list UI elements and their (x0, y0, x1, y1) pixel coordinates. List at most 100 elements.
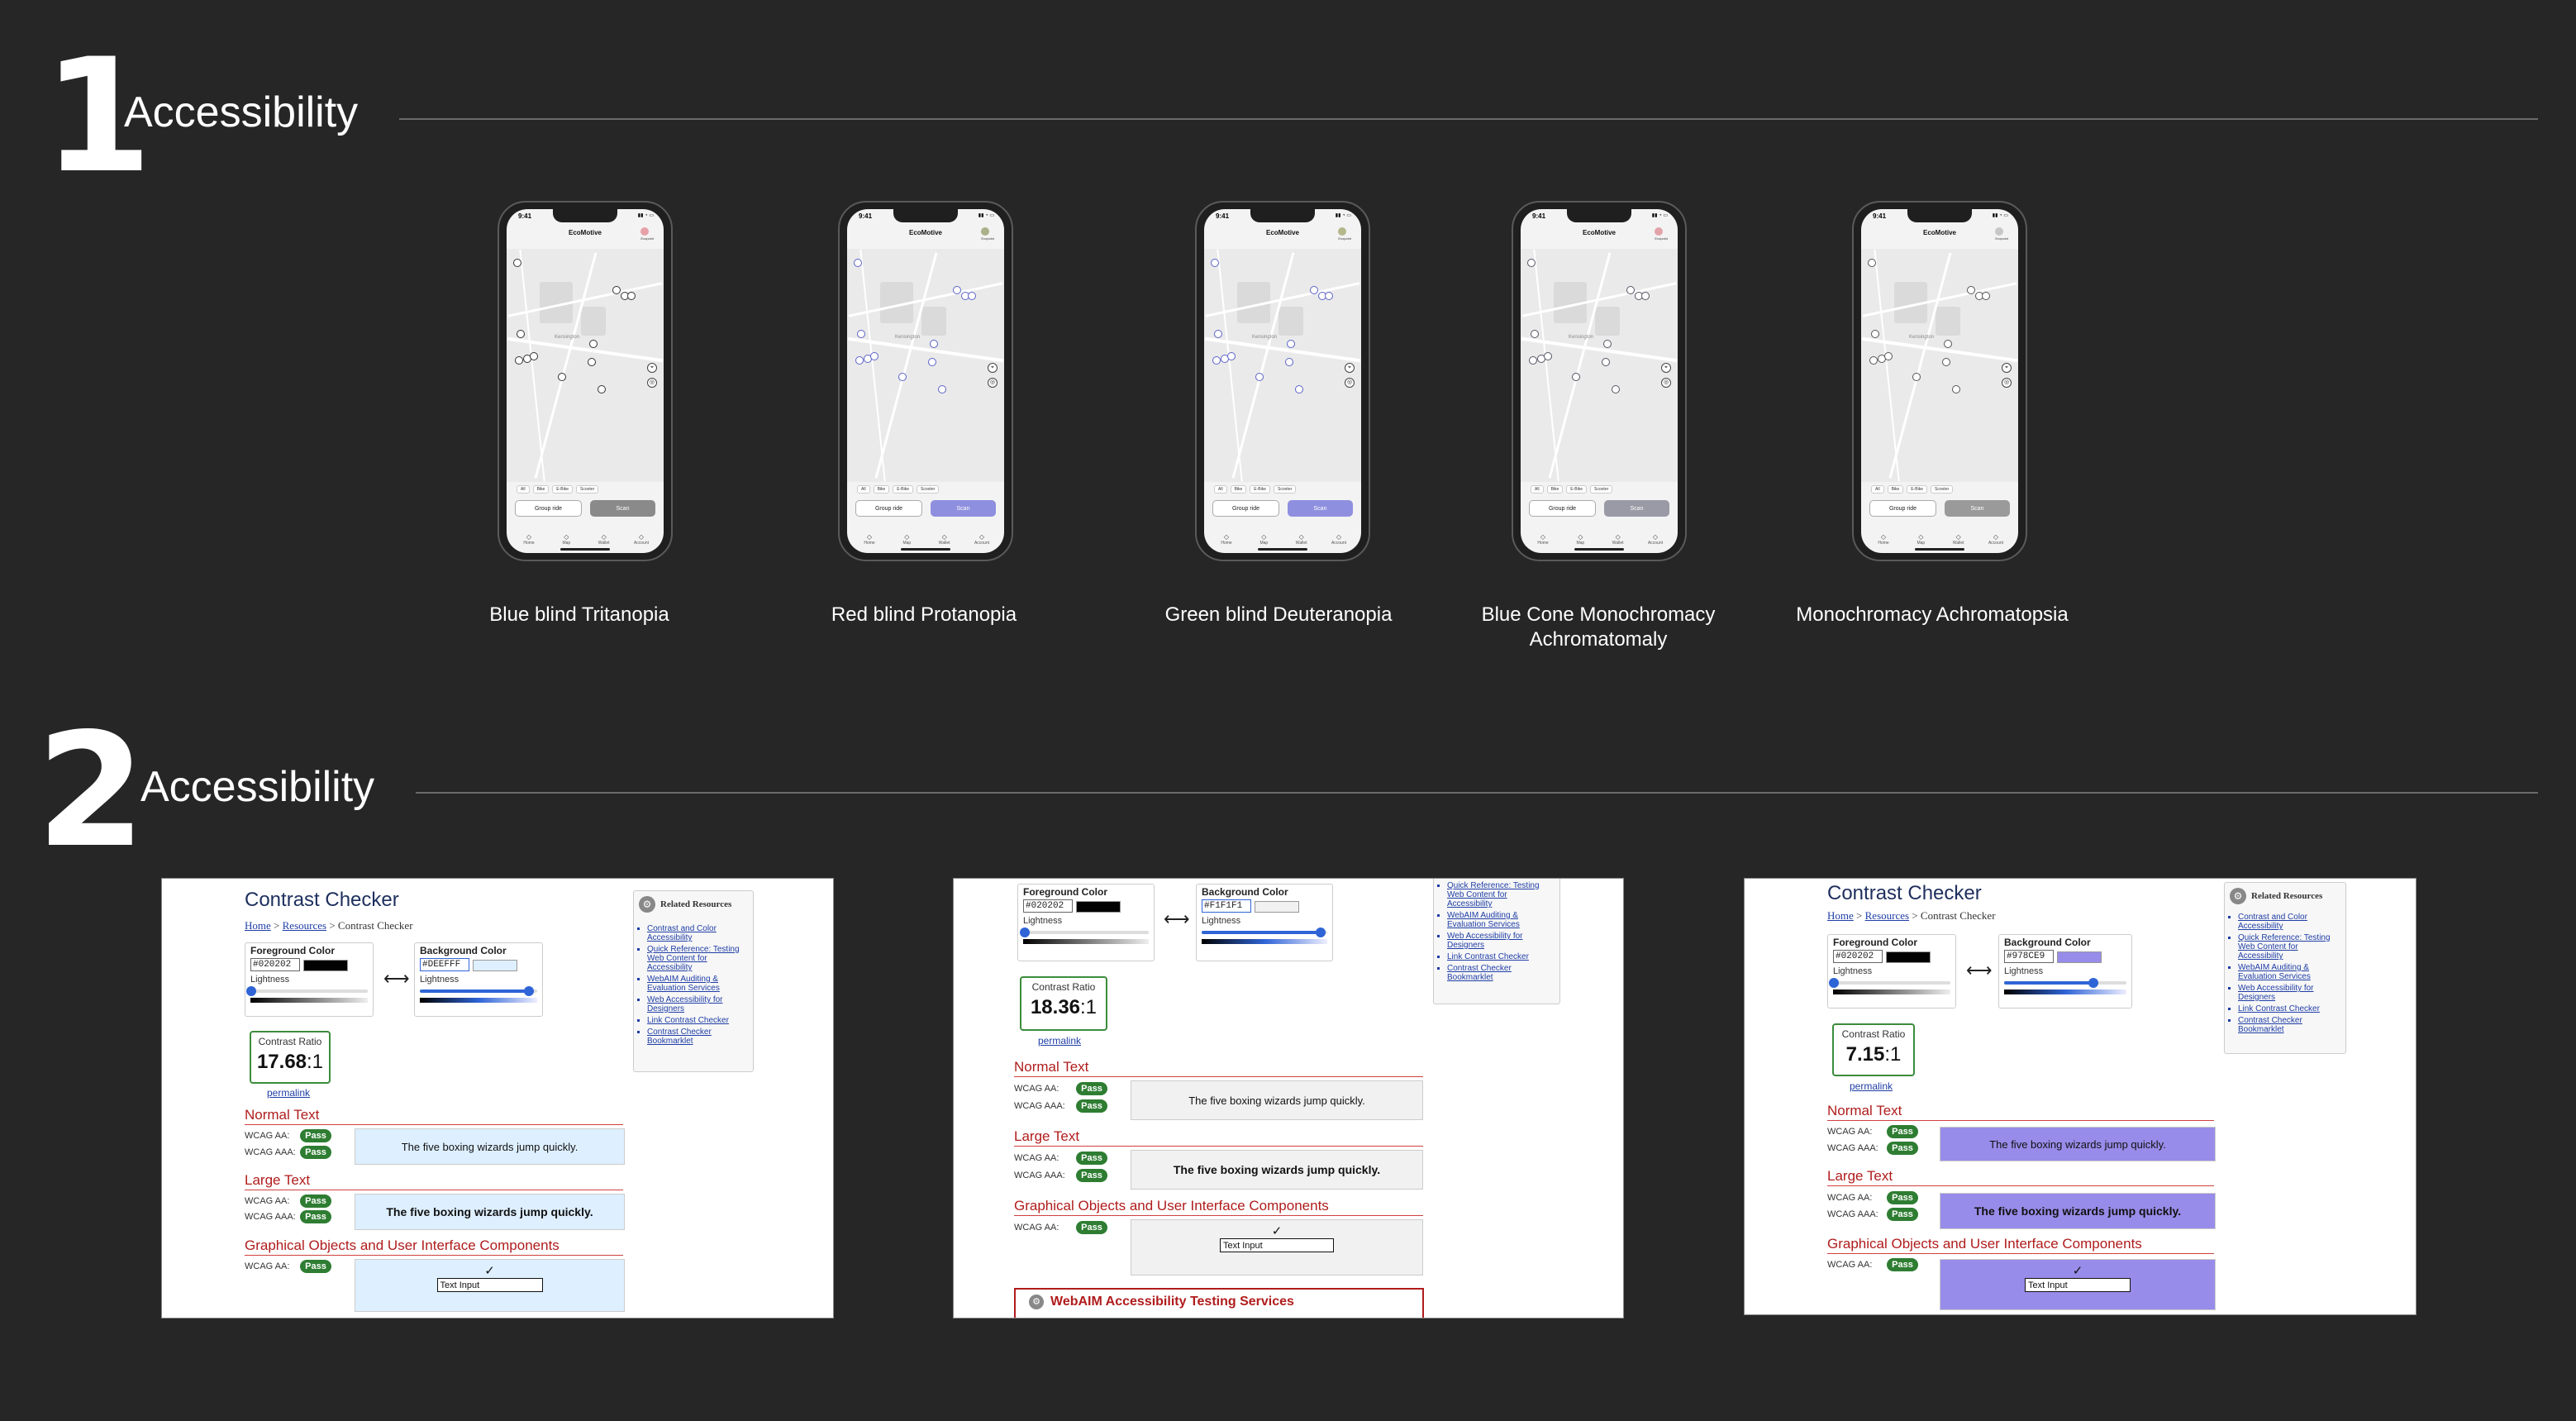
filter-chip[interactable]: Scooter (917, 485, 940, 494)
tab-item[interactable]: ◇ Map (552, 533, 580, 546)
permalink-link[interactable]: permalink (1850, 1080, 1893, 1092)
map-marker-icon[interactable] (515, 356, 523, 365)
tab-item[interactable]: ◇ Map (1250, 533, 1278, 546)
swap-colors-icon[interactable]: ⟷ (1164, 908, 1190, 930)
webaim-services-title[interactable]: WebAIM Accessibility Testing Services (1050, 1295, 1294, 1309)
map-marker-icon[interactable] (1868, 259, 1876, 267)
group-ride-button[interactable]: Group ride (1529, 500, 1596, 517)
map-marker-icon[interactable] (1310, 286, 1318, 294)
map-marker-icon[interactable] (968, 292, 976, 300)
background-hex-input[interactable]: #DEEFFF (420, 958, 469, 971)
locate-icon[interactable]: ⌖ (647, 363, 657, 373)
map-marker-icon[interactable] (612, 286, 621, 294)
background-hex-input[interactable]: #F1F1F1 (1202, 899, 1251, 913)
map-marker-icon[interactable] (953, 286, 961, 294)
map-marker-icon[interactable] (1285, 358, 1293, 366)
map-marker-icon[interactable] (1325, 292, 1333, 300)
webaim-services-banner[interactable]: ⚙ WebAIM Accessibility Testing Services (1014, 1288, 1424, 1318)
filter-chip[interactable]: All (1531, 485, 1544, 494)
tab-item[interactable]: ◇ Home (1529, 533, 1557, 546)
avatar[interactable] (1995, 227, 2003, 236)
group-ride-button[interactable]: Group ride (1869, 500, 1936, 517)
swap-colors-icon[interactable]: ⟷ (1966, 960, 1993, 981)
map-marker-icon[interactable] (854, 259, 862, 267)
related-link[interactable]: WebAIM Auditing & Evaluation Services (1447, 911, 1553, 929)
tab-item[interactable]: ◇ Wallet (590, 533, 618, 546)
foreground-lightness-slider[interactable] (246, 986, 368, 996)
map-marker-icon[interactable] (1871, 330, 1879, 338)
background-lightness-slider[interactable] (1202, 927, 1327, 937)
slider-knob[interactable] (1019, 927, 1030, 937)
foreground-lightness-slider[interactable] (1829, 978, 1950, 988)
map-marker-icon[interactable] (1295, 385, 1303, 393)
map-view[interactable]: Kensington ⌖ ◎ (507, 249, 664, 482)
foreground-hex-input[interactable]: #020202 (250, 958, 300, 971)
avatar[interactable] (981, 227, 989, 236)
background-swatch[interactable] (2057, 951, 2102, 963)
slider-knob[interactable] (246, 986, 257, 996)
tab-item[interactable]: ◇ Account (968, 533, 996, 546)
map-view[interactable]: Kensington ⌖ ◎ (847, 249, 1004, 482)
locate-icon[interactable]: ⌖ (2002, 363, 2012, 373)
map-marker-icon[interactable] (898, 373, 907, 381)
map-marker-icon[interactable] (857, 330, 865, 338)
map-marker-icon[interactable] (530, 352, 538, 360)
map-marker-icon[interactable] (1612, 385, 1620, 393)
related-link[interactable]: Link Contrast Checker (647, 1016, 746, 1025)
permalink-link[interactable]: permalink (267, 1087, 310, 1099)
related-link[interactable]: Web Accessibility for Designers (1447, 932, 1553, 950)
filter-chip[interactable]: Scooter (1274, 485, 1297, 494)
map-marker-icon[interactable] (870, 352, 879, 360)
map-marker-icon[interactable] (1952, 385, 1960, 393)
scan-button[interactable]: Scan (1288, 500, 1353, 517)
locate-icon[interactable]: ⌖ (988, 363, 998, 373)
slider-knob[interactable] (1316, 927, 1326, 937)
locate-icon[interactable]: ⌖ (1345, 363, 1355, 373)
map-marker-icon[interactable] (855, 356, 864, 365)
foreground-hex-input[interactable]: #020202 (1833, 950, 1883, 963)
background-swatch[interactable] (473, 960, 517, 971)
map-marker-icon[interactable] (1626, 286, 1635, 294)
foreground-hex-input[interactable]: #020202 (1023, 899, 1073, 913)
tab-item[interactable]: ◇ Account (1325, 533, 1353, 546)
related-link[interactable]: Quick Reference: Testing Web Content for… (647, 945, 746, 972)
avatar[interactable] (640, 227, 649, 236)
map-marker-icon[interactable] (1641, 292, 1650, 300)
map-marker-icon[interactable] (1255, 373, 1264, 381)
related-link[interactable]: Contrast Checker Bookmarklet (1447, 964, 1553, 982)
map-marker-icon[interactable] (1944, 340, 1952, 348)
map-marker-icon[interactable] (1884, 352, 1893, 360)
background-swatch[interactable] (1255, 901, 1299, 913)
tab-item[interactable]: ◇ Home (1212, 533, 1240, 546)
map-marker-icon[interactable] (1527, 259, 1536, 267)
map-marker-icon[interactable] (1212, 356, 1221, 365)
filter-chip[interactable]: Bike (1546, 485, 1564, 494)
related-link[interactable]: Quick Reference: Testing Web Content for… (1447, 881, 1553, 908)
filter-chip[interactable]: E-Bike (1566, 485, 1588, 494)
map-marker-icon[interactable] (1211, 259, 1219, 267)
background-hex-input[interactable]: #978CE9 (2004, 950, 2054, 963)
slider-knob[interactable] (2088, 978, 2099, 988)
tab-item[interactable]: ◇ Home (515, 533, 543, 546)
map-marker-icon[interactable] (1602, 358, 1610, 366)
permalink-link[interactable]: permalink (1038, 1035, 1081, 1047)
group-ride-button[interactable]: Group ride (855, 500, 922, 517)
filter-chip[interactable]: All (517, 485, 530, 494)
map-view[interactable]: Kensington ⌖ ◎ (1204, 249, 1361, 482)
related-link[interactable]: Quick Reference: Testing Web Content for… (2238, 933, 2340, 961)
text-input-sample[interactable]: Text Input (1220, 1238, 1334, 1252)
filter-chip[interactable]: Bike (532, 485, 550, 494)
map-marker-icon[interactable] (1869, 356, 1878, 365)
breadcrumb-home-link[interactable]: Home (245, 919, 271, 932)
map-marker-icon[interactable] (1967, 286, 1975, 294)
tab-item[interactable]: ◇ Map (893, 533, 921, 546)
breadcrumb-resources-link[interactable]: Resources (1865, 909, 1909, 922)
layers-icon[interactable]: ◎ (988, 378, 998, 388)
scan-button[interactable]: Scan (1604, 500, 1669, 517)
map-marker-icon[interactable] (1544, 352, 1552, 360)
avatar[interactable] (1655, 227, 1663, 236)
tab-item[interactable]: ◇ Home (855, 533, 883, 546)
tab-item[interactable]: ◇ Wallet (1604, 533, 1632, 546)
text-input-sample[interactable]: Text Input (436, 1278, 543, 1292)
filter-chip[interactable]: E-Bike (893, 485, 914, 494)
